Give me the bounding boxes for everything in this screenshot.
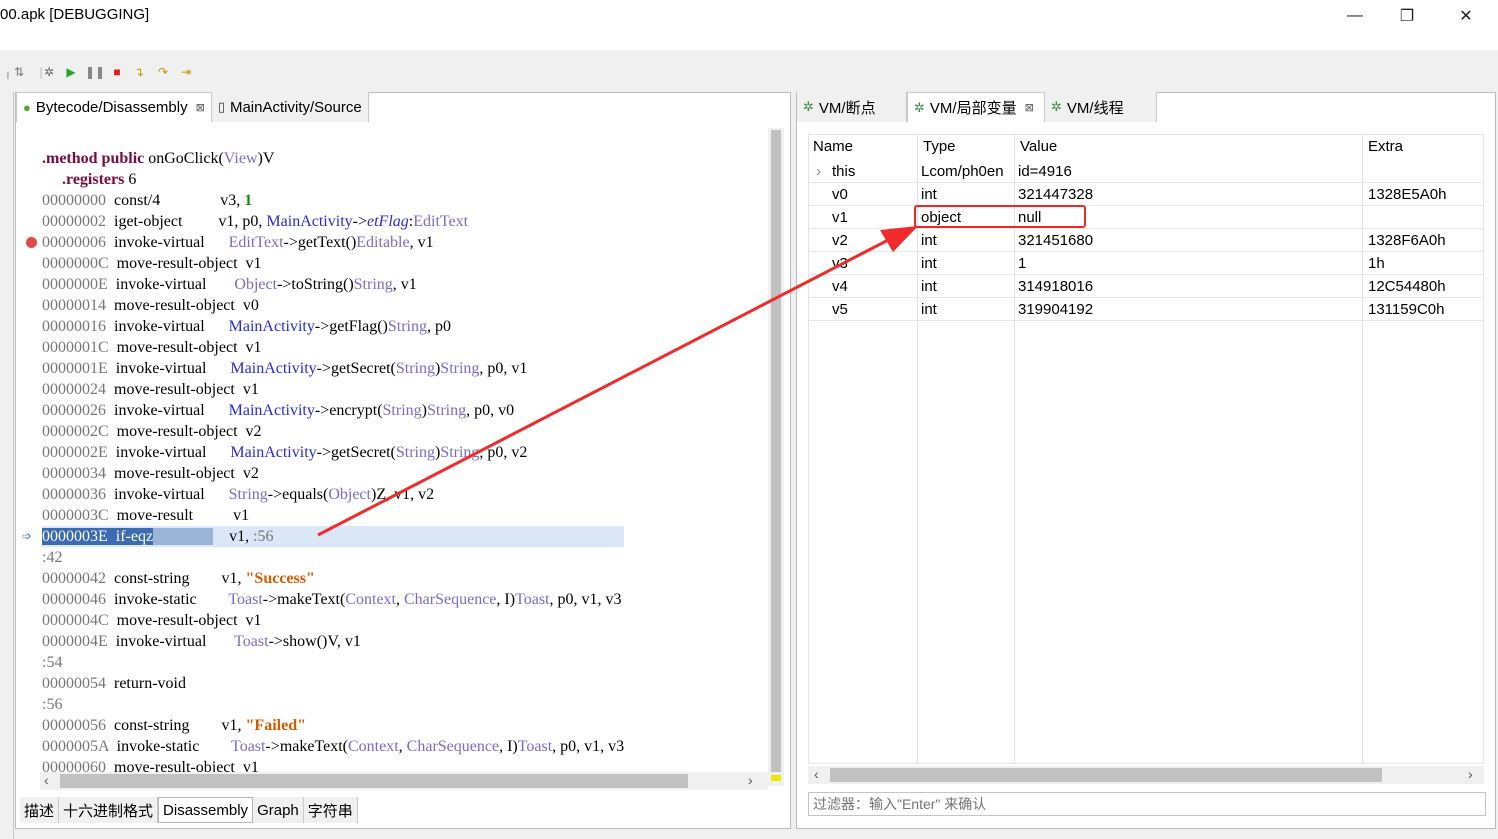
debugger-window: 00.apk [DEBUGGING] — ❐ ✕ ╷ ⇅ | ✲ ▶ ❚❚ ■ …: [0, 0, 1498, 839]
arrow-head: [880, 226, 918, 252]
arrow-shaft: [317, 234, 897, 537]
annotation-arrow: [317, 226, 918, 537]
